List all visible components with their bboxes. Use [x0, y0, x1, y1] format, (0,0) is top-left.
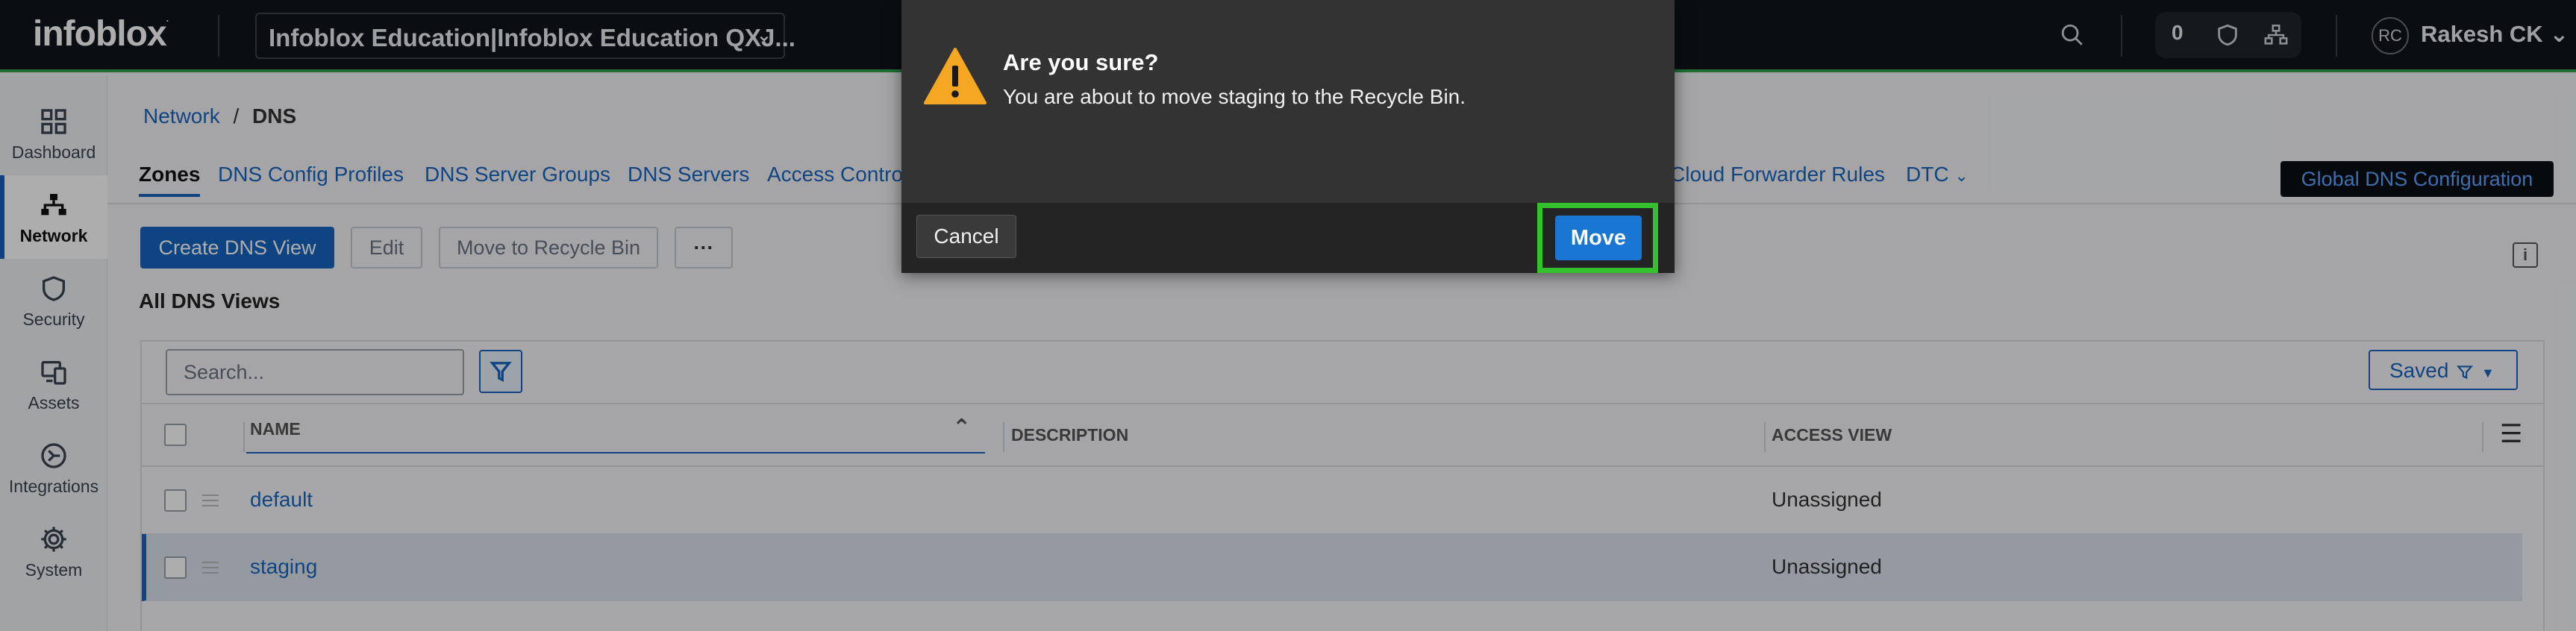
dialog-title: Are you sure? — [1003, 49, 1159, 75]
dialog-message: You are about to move staging to the Rec… — [1003, 85, 1466, 108]
confirm-dialog: Are you sure? You are about to move stag… — [901, 0, 1675, 273]
warning-icon — [924, 48, 987, 104]
dialog-footer: Cancel Move — [901, 203, 1675, 273]
dialog-body: Are you sure? You are about to move stag… — [901, 0, 1675, 203]
cancel-button[interactable]: Cancel — [916, 215, 1016, 258]
move-button[interactable]: Move — [1555, 216, 1642, 260]
